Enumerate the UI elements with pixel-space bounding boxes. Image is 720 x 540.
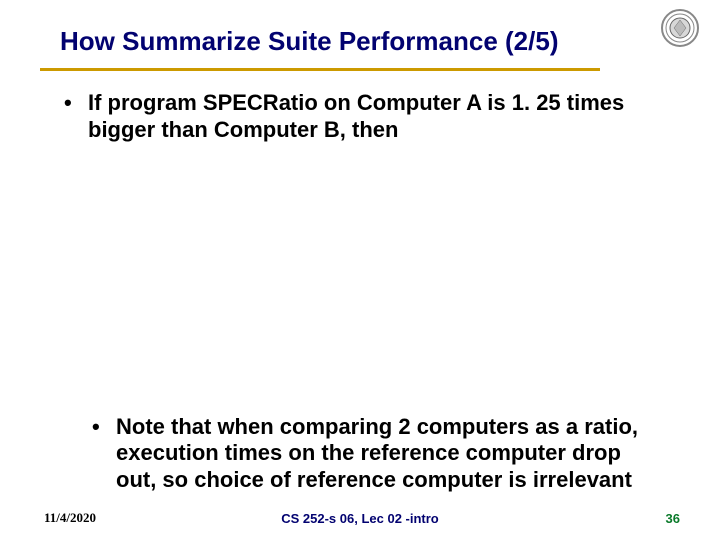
slide: How Summarize Suite Performance (2/5) If… [0,0,720,540]
title-underline [40,68,600,71]
bullet-list: If program SPECRatio on Computer A is 1.… [60,90,660,494]
bullet-level-1: If program SPECRatio on Computer A is 1.… [60,90,660,144]
slide-title: How Summarize Suite Performance (2/5) [60,26,558,57]
bullet-level-2: Note that when comparing 2 computers as … [88,414,660,494]
university-seal-icon [660,8,700,48]
footer-page-number: 36 [666,511,680,526]
footer-course: CS 252-s 06, Lec 02 -intro [0,511,720,526]
footer: 11/4/2020 CS 252-s 06, Lec 02 -intro 36 [0,506,720,526]
